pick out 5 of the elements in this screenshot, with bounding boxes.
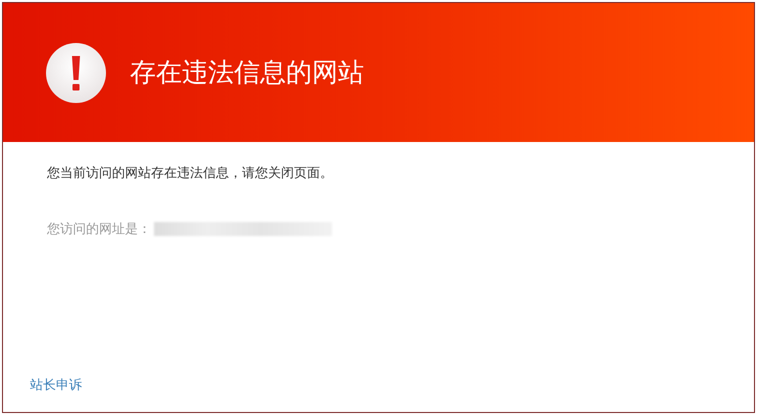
appeal-link[interactable]: 站长申诉 xyxy=(30,378,82,393)
exclamation-icon xyxy=(45,42,107,104)
url-label: 您访问的网址是： xyxy=(47,221,151,238)
warning-message: 您当前访问的网站存在违法信息，请您关闭页面。 xyxy=(47,165,334,182)
page-title: 存在违法信息的网站 xyxy=(130,57,364,90)
